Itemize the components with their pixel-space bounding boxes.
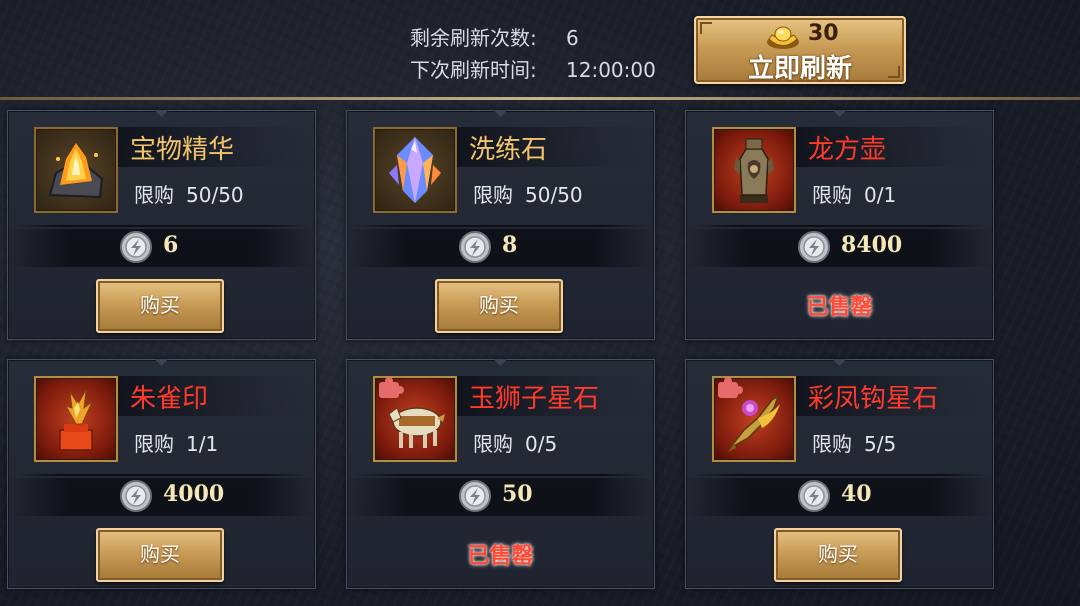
shop-item-card: 宝物精华 限购 50/50 6 购买 [7, 110, 316, 340]
purchase-limit: 限购 1/1 [134, 428, 218, 457]
price-row [8, 229, 315, 267]
price-row [8, 478, 315, 516]
purchase-limit: 限购 0/5 [473, 428, 557, 457]
item-icon-frame[interactable] [712, 127, 796, 213]
item-price: 8 [502, 232, 518, 258]
card-notch [832, 110, 847, 117]
purchase-limit: 限购 0/1 [812, 179, 896, 208]
purchase-limit: 限购 5/5 [812, 428, 896, 457]
corner-decoration [700, 22, 712, 34]
next-refresh-label: 下次刷新时间: [410, 58, 537, 82]
silver-coin-icon [120, 231, 152, 263]
refresh-info: 剩余刷新次数: 6 下次刷新时间: 12:00:00 [410, 22, 656, 86]
purchase-limit-label: 限购 [473, 432, 513, 456]
item-name: 玉狮子星石 [469, 384, 600, 414]
card-notch [832, 359, 847, 366]
purchase-limit-value: 0/5 [525, 432, 558, 456]
card-notch [493, 110, 508, 117]
purchase-limit-value: 50/50 [525, 183, 583, 207]
card-divider [355, 474, 646, 476]
fragment-puzzle-icon [379, 377, 404, 398]
vermilion-bird-seal-icon [59, 389, 93, 451]
card-divider [694, 474, 985, 476]
buy-button[interactable]: 购买 [774, 528, 902, 582]
purchase-limit-label: 限购 [812, 183, 852, 207]
remaining-refresh-row: 剩余刷新次数: 6 [410, 22, 656, 54]
purchase-limit-value: 1/1 [186, 432, 219, 456]
item-price: 4000 [163, 481, 225, 507]
header-divider [0, 97, 1080, 100]
item-price: 40 [841, 481, 872, 507]
silver-coin-icon [120, 480, 152, 512]
purchase-limit: 限购 50/50 [473, 179, 583, 208]
item-price: 8400 [841, 232, 903, 258]
purchase-limit-label: 限购 [134, 183, 174, 207]
purchase-limit-label: 限购 [812, 432, 852, 456]
gold-ingot-icon [767, 26, 799, 49]
refresh-cost: 30 [808, 21, 839, 46]
price-row [347, 478, 654, 516]
purchase-limit-value: 5/5 [864, 432, 897, 456]
next-refresh-time: 12:00:00 [566, 58, 656, 82]
item-price: 50 [502, 481, 533, 507]
item-name: 彩凤钩星石 [808, 384, 939, 414]
remaining-refresh-value: 6 [566, 26, 579, 50]
item-icon-frame[interactable] [373, 376, 457, 462]
card-notch [154, 110, 169, 117]
silver-coin-icon [459, 480, 491, 512]
card-notch [154, 359, 169, 366]
sold-out-label: 已售罄 [806, 295, 873, 320]
silver-coin-icon [798, 480, 830, 512]
next-refresh-row: 下次刷新时间: 12:00:00 [410, 54, 656, 86]
card-divider [16, 225, 307, 227]
treasure-essence-icon [48, 143, 104, 199]
card-divider [694, 225, 985, 227]
card-divider [355, 225, 646, 227]
purchase-limit: 限购 50/50 [134, 179, 244, 208]
purchase-limit-label: 限购 [473, 183, 513, 207]
shop-item-card: 洗练石 限购 50/50 8 购买 [346, 110, 655, 340]
buy-button[interactable]: 购买 [435, 279, 563, 333]
fragment-puzzle-icon [718, 377, 743, 398]
item-price: 6 [163, 232, 179, 258]
card-divider [16, 474, 307, 476]
card-notch [493, 359, 508, 366]
buy-button[interactable]: 购买 [96, 528, 224, 582]
dragon-pot-icon [734, 138, 774, 203]
shop-item-card: 彩凤钩星石 限购 5/5 40 购买 [685, 359, 994, 589]
item-name: 宝物精华 [130, 135, 235, 165]
item-icon-frame[interactable] [373, 127, 457, 213]
sold-out-label: 已售罄 [467, 544, 534, 569]
corner-decoration [888, 66, 900, 78]
shop-item-card: 玉狮子星石 限购 0/5 50 已售罄 [346, 359, 655, 589]
remaining-refresh-label: 剩余刷新次数: [410, 26, 537, 50]
silver-coin-icon [459, 231, 491, 263]
purchase-limit-value: 0/1 [864, 183, 897, 207]
item-icon-frame[interactable] [712, 376, 796, 462]
refining-stone-icon [389, 137, 441, 203]
purchase-limit-value: 50/50 [186, 183, 244, 207]
purchase-limit-label: 限购 [134, 432, 174, 456]
item-name: 朱雀印 [130, 384, 209, 414]
refresh-now-button[interactable]: 30 立即刷新 [694, 16, 906, 84]
silver-coin-icon [798, 231, 830, 263]
price-row [686, 229, 993, 267]
refresh-now-label: 立即刷新 [747, 54, 852, 84]
item-name: 洗练石 [469, 135, 548, 165]
shop-item-card: 朱雀印 限购 1/1 4000 购买 [7, 359, 316, 589]
item-name: 龙方壶 [808, 135, 887, 165]
shop-header: 剩余刷新次数: 6 下次刷新时间: 12:00:00 30 立即刷新 [0, 0, 1080, 98]
price-row [686, 478, 993, 516]
item-icon-frame[interactable] [34, 127, 118, 213]
shop-item-card: 龙方壶 限购 0/1 8400 已售罄 [685, 110, 994, 340]
item-icon-frame[interactable] [34, 376, 118, 462]
buy-button[interactable]: 购买 [96, 279, 224, 333]
price-row [347, 229, 654, 267]
